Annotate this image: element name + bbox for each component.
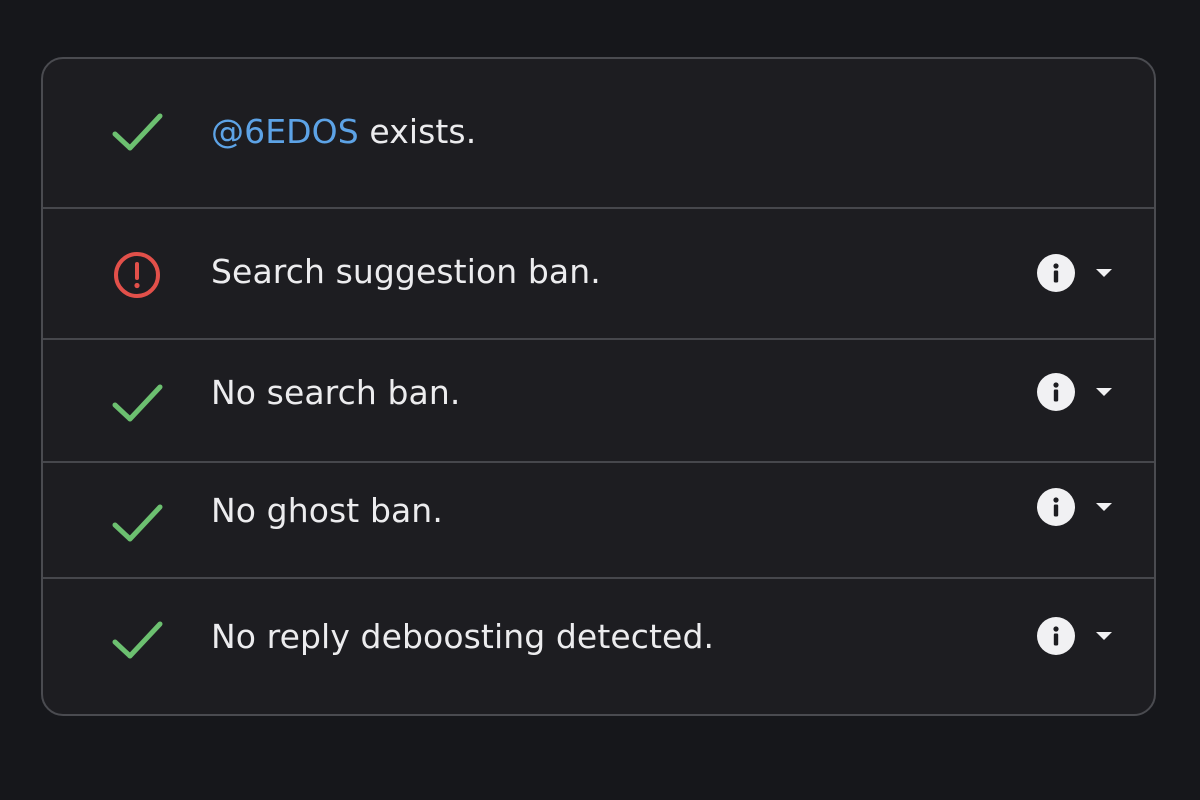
result-text: No ghost ban. — [211, 491, 443, 530]
check-icon — [109, 611, 167, 669]
result-row-ghost-ban: No ghost ban. — [43, 463, 1154, 579]
account-handle-link[interactable]: @6EDOS — [211, 112, 359, 151]
chevron-down-icon[interactable] — [1092, 495, 1116, 519]
info-icon[interactable] — [1037, 617, 1075, 655]
check-icon — [109, 103, 167, 161]
chevron-down-icon[interactable] — [1092, 380, 1116, 404]
result-text: No reply deboosting detected. — [211, 617, 715, 656]
alert-circle-icon — [109, 246, 167, 304]
info-icon[interactable] — [1037, 488, 1075, 526]
result-text: exists. — [358, 112, 477, 151]
ban-check-results-panel: @6EDOS exists. Search suggestion ban. No… — [41, 57, 1156, 716]
info-icon[interactable] — [1037, 254, 1075, 292]
chevron-down-icon[interactable] — [1092, 261, 1116, 285]
result-row-search-suggestion-ban: Search suggestion ban. — [43, 209, 1154, 340]
chevron-down-icon[interactable] — [1092, 624, 1116, 648]
result-text: No search ban. — [211, 373, 461, 412]
result-row-reply-deboosting: No reply deboosting detected. — [43, 579, 1154, 714]
result-text: Search suggestion ban. — [211, 252, 601, 291]
result-label: @6EDOS exists. — [211, 112, 476, 151]
check-icon — [109, 374, 167, 432]
info-icon[interactable] — [1037, 373, 1075, 411]
result-row-exists: @6EDOS exists. — [43, 59, 1154, 209]
result-row-search-ban: No search ban. — [43, 340, 1154, 463]
check-icon — [109, 494, 167, 552]
